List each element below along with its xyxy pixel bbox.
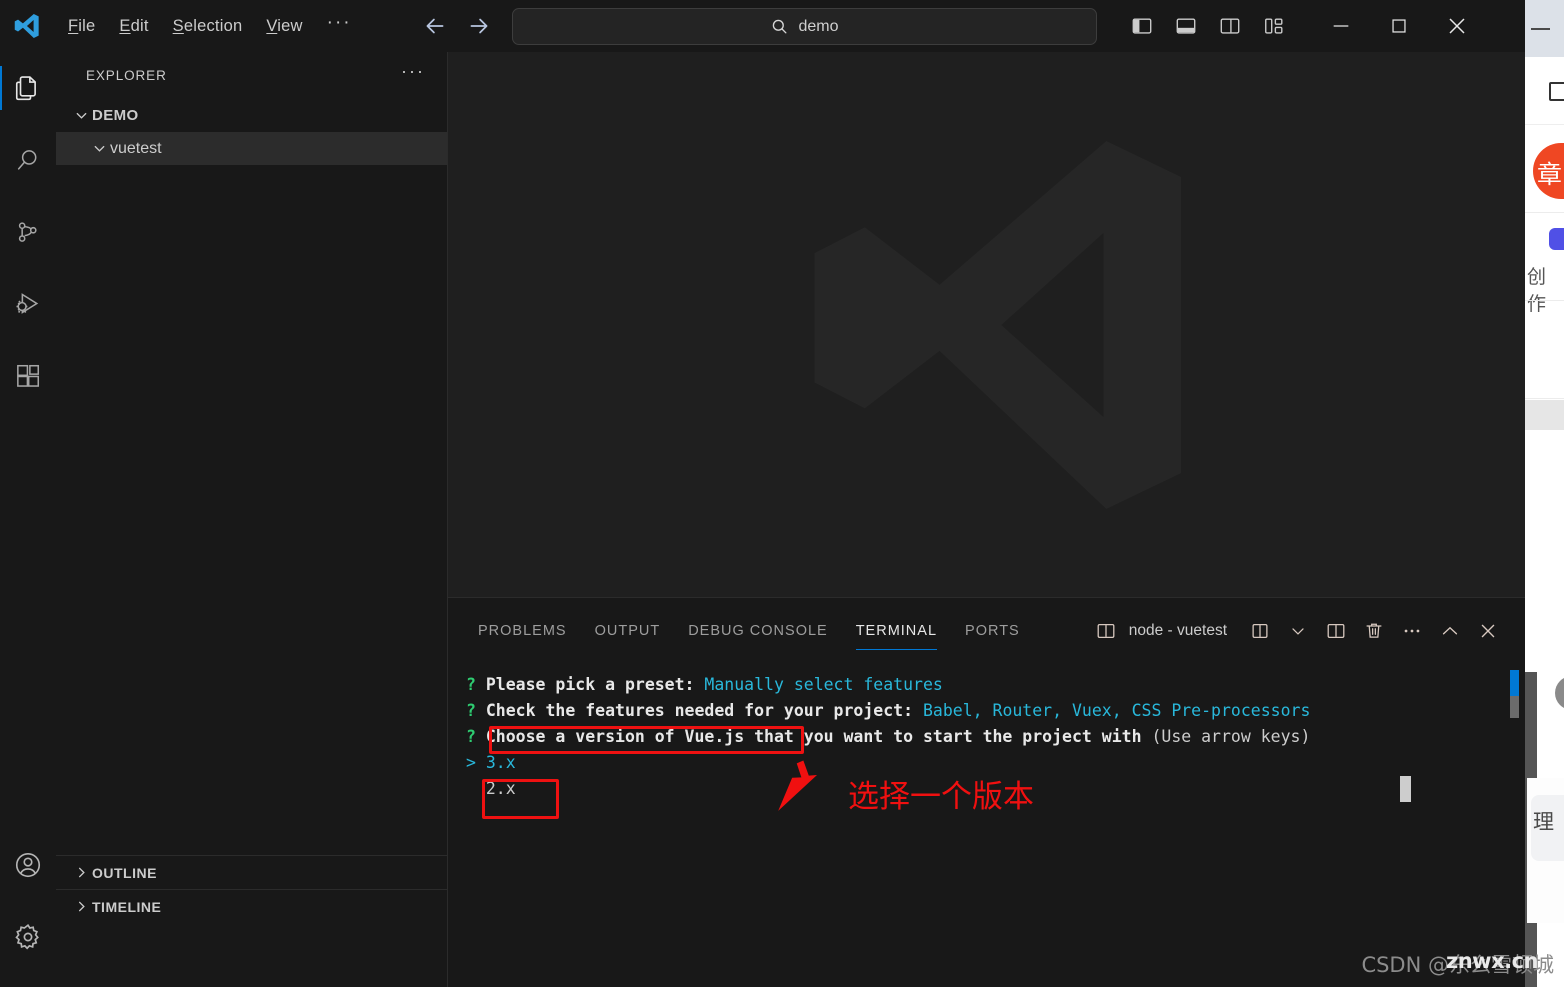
explorer-empty-space bbox=[56, 165, 447, 855]
sidebar-section-label: TIMELINE bbox=[92, 898, 162, 915]
editor-area bbox=[448, 52, 1525, 597]
app-icon bbox=[1549, 228, 1564, 250]
terminal-scrollbar-thumb[interactable] bbox=[1510, 696, 1519, 718]
vscode-window: File Edit Selection View ··· demo EXPLOR… bbox=[0, 0, 1564, 987]
search-icon bbox=[14, 146, 42, 174]
sidebar-header: EXPLORER ··· bbox=[56, 52, 447, 99]
vscode-logo-icon bbox=[0, 0, 52, 52]
tab-ports[interactable]: PORTS bbox=[965, 598, 1020, 664]
sidebar-section-outline[interactable]: OUTLINE bbox=[56, 855, 447, 889]
annotation-callout-text: 选择一个版本 bbox=[848, 779, 1034, 815]
sidebar-section-label: OUTLINE bbox=[92, 864, 157, 881]
chevron-down-icon[interactable] bbox=[1279, 612, 1317, 650]
panel-action-bar: node - vuetest bbox=[1087, 598, 1507, 664]
menu-file[interactable]: File bbox=[56, 12, 107, 41]
tab-output[interactable]: OUTPUT bbox=[595, 598, 661, 664]
terminal-output[interactable]: ? Please pick a preset: Manually select … bbox=[448, 664, 1525, 987]
create-label: 创作 bbox=[1527, 266, 1547, 315]
arrow-left-icon[interactable] bbox=[420, 11, 450, 41]
trash-icon[interactable] bbox=[1355, 612, 1393, 650]
activity-item-source-control[interactable] bbox=[0, 196, 56, 268]
run-debug-icon bbox=[13, 289, 43, 319]
highlight-box-option-2x bbox=[482, 779, 559, 819]
search-input[interactable]: demo bbox=[512, 8, 1097, 45]
extensions-icon bbox=[14, 362, 42, 390]
close-icon[interactable]: × bbox=[1555, 676, 1564, 710]
activity-item-run-debug[interactable] bbox=[0, 268, 56, 340]
source-control-icon bbox=[14, 218, 42, 246]
layout-sidebar-right-icon[interactable] bbox=[1214, 10, 1246, 42]
sidebar-section-timeline[interactable]: TIMELINE bbox=[56, 889, 447, 923]
tree-item-demo[interactable]: DEMO bbox=[56, 99, 447, 132]
tab-terminal[interactable]: TERMINAL bbox=[855, 598, 938, 664]
activity-bar bbox=[0, 52, 56, 987]
menu-more-button[interactable]: ··· bbox=[315, 10, 364, 43]
activity-item-accounts[interactable] bbox=[0, 829, 56, 901]
terminal-cursor bbox=[1400, 776, 1411, 802]
chevron-right-icon bbox=[70, 899, 92, 914]
menu-bar: File Edit Selection View ··· bbox=[56, 10, 364, 43]
maximize-icon[interactable] bbox=[1370, 0, 1428, 52]
line-preset: ? Please pick a preset: Manually select … bbox=[466, 675, 943, 694]
split-editor-icon[interactable] bbox=[1317, 612, 1355, 650]
title-bar: File Edit Selection View ··· demo bbox=[0, 0, 1525, 52]
navigation-buttons bbox=[420, 11, 494, 41]
background-app-strip: 章 创作 × 理 bbox=[1525, 0, 1564, 987]
activity-item-explorer[interactable] bbox=[0, 52, 56, 124]
square-icon bbox=[1549, 82, 1564, 101]
tab-problems[interactable]: PROBLEMS bbox=[478, 598, 567, 664]
watermark-overlay-text: znwx.cn bbox=[1446, 949, 1539, 973]
layout-customize-icon[interactable] bbox=[1258, 10, 1290, 42]
divider bbox=[1525, 398, 1564, 399]
terminal-name-label: node - vuetest bbox=[1128, 622, 1227, 639]
manage-label: 理 bbox=[1533, 810, 1554, 834]
tree-item-label: vuetest bbox=[110, 139, 162, 157]
files-icon bbox=[13, 73, 43, 103]
menu-view[interactable]: View bbox=[254, 12, 314, 41]
chevron-down-icon bbox=[70, 108, 92, 123]
activity-bar-bottom bbox=[0, 829, 56, 987]
activity-item-search[interactable] bbox=[0, 124, 56, 196]
divider bbox=[1525, 212, 1564, 213]
layout-panel-icon[interactable] bbox=[1170, 10, 1202, 42]
titlebar-right-controls bbox=[1126, 0, 1486, 52]
minimize-icon[interactable] bbox=[1312, 0, 1370, 52]
chevron-right-icon bbox=[70, 865, 92, 880]
search-value: demo bbox=[798, 17, 839, 35]
menu-selection[interactable]: Selection bbox=[161, 12, 255, 41]
red-arrow-icon bbox=[775, 752, 845, 820]
layout-toggle-group bbox=[1126, 10, 1290, 42]
tree-item-label: DEMO bbox=[92, 107, 139, 124]
gear-icon bbox=[13, 922, 43, 952]
arrow-right-icon[interactable] bbox=[464, 11, 494, 41]
activity-item-extensions[interactable] bbox=[0, 340, 56, 412]
search-icon bbox=[770, 17, 789, 36]
layout-sidebar-left-icon[interactable] bbox=[1126, 10, 1158, 42]
close-panel-icon[interactable] bbox=[1469, 612, 1507, 650]
tree-item-vuetest[interactable]: vuetest bbox=[56, 132, 447, 165]
account-icon bbox=[13, 850, 43, 880]
sidebar-title: EXPLORER bbox=[86, 68, 167, 83]
menu-edit[interactable]: Edit bbox=[107, 12, 160, 41]
divider bbox=[1525, 300, 1564, 301]
launch-profile-split-square-icon[interactable] bbox=[1241, 612, 1279, 650]
minimize-icon[interactable] bbox=[1531, 28, 1550, 30]
vscode-logo-watermark-icon bbox=[757, 90, 1217, 560]
tab-debug-console[interactable]: DEBUG CONSOLE bbox=[688, 598, 828, 664]
gray-band bbox=[1525, 400, 1564, 430]
highlight-box-question bbox=[489, 726, 804, 754]
terminal-tab-split-square-icon[interactable] bbox=[1087, 612, 1125, 650]
sidebar-more-actions-button[interactable]: ··· bbox=[395, 61, 431, 90]
ellipsis-icon[interactable] bbox=[1393, 612, 1431, 650]
terminal-scrollbar-marker bbox=[1510, 670, 1519, 696]
chevron-up-icon[interactable] bbox=[1431, 612, 1469, 650]
panel-tab-bar: PROBLEMS OUTPUT DEBUG CONSOLE TERMINAL P… bbox=[448, 598, 1525, 664]
activity-item-manage[interactable] bbox=[0, 901, 56, 973]
badge-label: 章 bbox=[1537, 160, 1563, 189]
explorer-sidebar: EXPLORER ··· DEMO vuetest OUTLINE TIMELI… bbox=[56, 52, 448, 987]
line-features: ? Check the features needed for your pro… bbox=[466, 701, 1311, 720]
close-icon[interactable] bbox=[1428, 0, 1486, 52]
chevron-down-icon bbox=[88, 141, 110, 156]
